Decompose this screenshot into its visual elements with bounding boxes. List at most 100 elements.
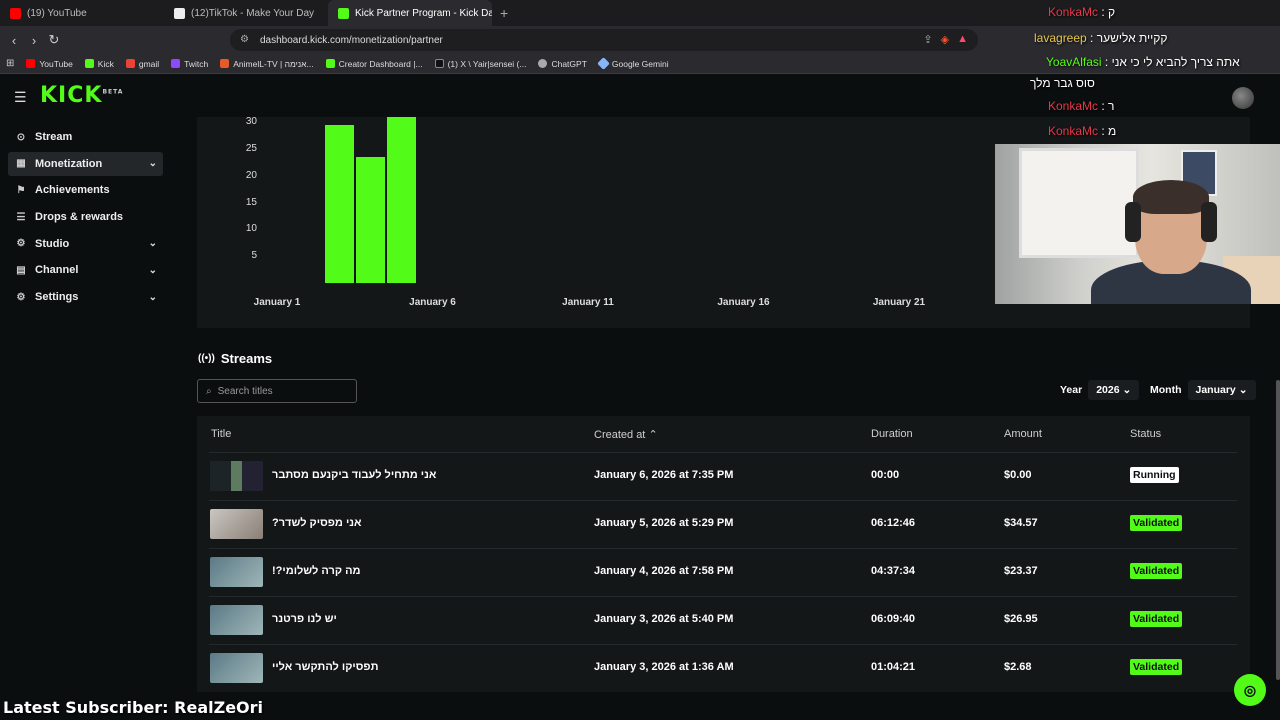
brave-shield-icon[interactable]: ◈ xyxy=(941,33,949,46)
reload-icon[interactable]: ↻ xyxy=(44,32,64,48)
kick-icon xyxy=(338,7,349,19)
url-field[interactable]: ⚙ dashboard.kick.com/monetization/partne… xyxy=(230,29,978,51)
chat-text: אתה צריך להביא לי כי אני xyxy=(1111,55,1240,69)
stream-created-at: January 4, 2026 at 7:58 PM xyxy=(594,565,734,577)
stream-amount: $26.95 xyxy=(1004,613,1038,625)
table-row[interactable]: אני מפסיק לשדר? January 5, 2026 at 5:29 P… xyxy=(209,500,1237,548)
table-row[interactable]: תפסיקו להתקשר אליי January 3, 2026 at 1:3… xyxy=(209,644,1237,692)
stream-thumbnail[interactable] xyxy=(210,509,263,539)
sidebar-item-achievements[interactable]: ⚑ Achievements xyxy=(8,178,163,202)
stream-duration: 01:04:21 xyxy=(871,661,916,673)
sidebar-item-drops[interactable]: ☰ Drops & rewards xyxy=(8,205,163,229)
site-info-icon[interactable]: ⚙ xyxy=(240,34,249,45)
bookmark-youtube[interactable]: YouTube xyxy=(26,59,73,69)
scrollbar[interactable] xyxy=(1276,380,1280,680)
webcam-headset-left xyxy=(1125,202,1141,242)
tab-kick-partner[interactable]: Kick Partner Program - Kick Dash ✕ xyxy=(328,0,492,26)
stream-title[interactable]: תפסיקו להתקשר אליי xyxy=(272,661,378,673)
chevron-down-icon[interactable]: ⌄ xyxy=(149,158,157,169)
bookmark-label: Google Gemini xyxy=(611,58,669,69)
stream-created-at: January 3, 2026 at 5:40 PM xyxy=(594,613,734,625)
table-row[interactable]: אני מתחיל לעבוד ביקנעם מסתבר January 6, 2… xyxy=(209,452,1237,500)
table-row[interactable]: יש לנו פרטנר January 3, 2026 at 5:40 PM 06… xyxy=(209,596,1237,644)
apps-icon[interactable]: ⊞ xyxy=(6,58,14,69)
y-tick-label: 20 xyxy=(245,169,257,181)
new-tab-button[interactable]: + xyxy=(492,5,516,21)
bookmark-label: (1) X \ Yair|sensei (... xyxy=(447,58,527,69)
x-tick-label: January 11 xyxy=(562,297,614,308)
sidebar-item-settings[interactable]: ⚙ Settings ⌄ xyxy=(8,285,163,309)
bookmark-twitch[interactable]: Twitch xyxy=(171,59,208,69)
webcam-window xyxy=(1019,148,1139,258)
stream-thumbnail[interactable] xyxy=(210,653,263,683)
sidebar-item-label: Settings xyxy=(35,291,79,304)
youtube-icon xyxy=(26,59,36,68)
stream-title[interactable]: אני מפסיק לשדר? xyxy=(272,517,362,529)
menu-icon[interactable]: ☰ xyxy=(14,89,27,106)
stream-thumbnail[interactable] xyxy=(210,461,263,491)
stream-title[interactable]: יש לנו פרטנר xyxy=(272,613,337,625)
bookmark-chatgpt[interactable]: ChatGPT xyxy=(538,59,587,69)
brave-rewards-icon[interactable]: ▲ xyxy=(957,33,968,46)
sidebar-item-studio[interactable]: ⚙ Studio ⌄ xyxy=(8,232,163,256)
stream-title[interactable]: מה קרה לשלומי?! xyxy=(272,565,361,577)
forward-icon[interactable]: › xyxy=(24,33,44,48)
table-row[interactable]: מה קרה לשלומי?! January 4, 2026 at 7:58 P… xyxy=(209,548,1237,596)
column-header-amount[interactable]: Amount xyxy=(1004,428,1042,440)
status-badge: Validated xyxy=(1130,659,1183,675)
bookmark-gmail[interactable]: gmail xyxy=(125,59,159,69)
chevron-down-icon[interactable]: ⌄ xyxy=(149,265,157,276)
stream-thumbnail[interactable] xyxy=(210,605,263,635)
stream-title[interactable]: אני מתחיל לעבוד ביקנעם מסתבר xyxy=(272,469,436,481)
stream-amount: $34.57 xyxy=(1004,517,1038,529)
column-header-title[interactable]: Title xyxy=(211,428,231,440)
monetization-icon: ▦ xyxy=(16,158,26,170)
kick-logo[interactable]: KICKBETA xyxy=(40,83,123,108)
stream-thumbnail[interactable] xyxy=(210,557,263,587)
sidebar-item-stream[interactable]: ⊙ Stream xyxy=(8,125,163,149)
bookmark-creator-dashboard[interactable]: Creator Dashboard |... xyxy=(325,59,423,69)
sidebar-item-channel[interactable]: ▤ Channel ⌄ xyxy=(8,258,163,282)
year-select[interactable]: 2026 ⌄ xyxy=(1088,380,1140,400)
stream-amount: $0.00 xyxy=(1004,469,1032,481)
column-header-status[interactable]: Status xyxy=(1130,428,1161,440)
bar-january-5[interactable] xyxy=(386,117,416,283)
bar-january-4[interactable] xyxy=(355,157,385,283)
y-tick-label: 10 xyxy=(245,223,257,235)
sidebar-item-label: Drops & rewards xyxy=(35,211,124,224)
support-chat-button[interactable]: ◎ xyxy=(1234,674,1266,706)
column-header-duration[interactable]: Duration xyxy=(871,428,913,440)
tab-label: (12)TikTok - Make Your Day xyxy=(191,7,315,19)
avatar[interactable] xyxy=(1232,87,1254,109)
chat-message: סוס גבר מלך xyxy=(1030,76,1095,90)
gmail-icon xyxy=(125,59,135,68)
channel-icon: ▤ xyxy=(16,264,26,276)
sidebar-item-monetization[interactable]: ▦ Monetization ⌄ xyxy=(8,151,163,176)
y-tick-label: 15 xyxy=(245,196,257,208)
status-badge: Validated xyxy=(1130,563,1183,579)
chevron-down-icon[interactable]: ⌄ xyxy=(149,238,157,249)
chat-message: lavagreep : קקיית אלישער xyxy=(1034,31,1167,45)
sidebar: ⊙ Stream ▦ Monetization ⌄ ⚑ Achievements ☰ Dr… xyxy=(8,125,163,312)
tab-tiktok[interactable]: (12)TikTok - Make Your Day xyxy=(164,0,328,26)
back-icon[interactable]: ‹ xyxy=(4,33,24,48)
chat-text: ק xyxy=(1108,5,1116,19)
bookmark-kick[interactable]: Kick xyxy=(84,59,114,69)
column-header-created[interactable]: Created at ⌃ xyxy=(594,428,658,441)
kick-icon xyxy=(325,59,335,68)
bookmark-label: Twitch xyxy=(184,58,209,69)
bookmark-gemini[interactable]: Google Gemini xyxy=(597,57,669,70)
chevron-down-icon[interactable]: ⌄ xyxy=(149,292,157,303)
year-value: 2026 xyxy=(1096,384,1120,396)
tab-youtube[interactable]: (19) YouTube xyxy=(0,0,164,26)
search-input[interactable]: ⌕ Search titles xyxy=(197,379,357,403)
month-select[interactable]: January ⌄ xyxy=(1187,380,1256,400)
animel-icon xyxy=(220,59,230,68)
bookmark-x[interactable]: (1) X \ Yair|sensei (... xyxy=(434,58,527,69)
screen: (19) YouTube (12)TikTok - Make Your Day … xyxy=(0,0,1280,720)
bookmark-animel[interactable]: AnimelL-TV | אנימה... xyxy=(220,59,314,69)
share-icon[interactable]: ⇪ xyxy=(923,33,932,46)
sort-asc-icon: ⌃ xyxy=(648,429,658,441)
chat-text: מ xyxy=(1108,124,1117,138)
bar-january-3[interactable] xyxy=(324,125,354,283)
